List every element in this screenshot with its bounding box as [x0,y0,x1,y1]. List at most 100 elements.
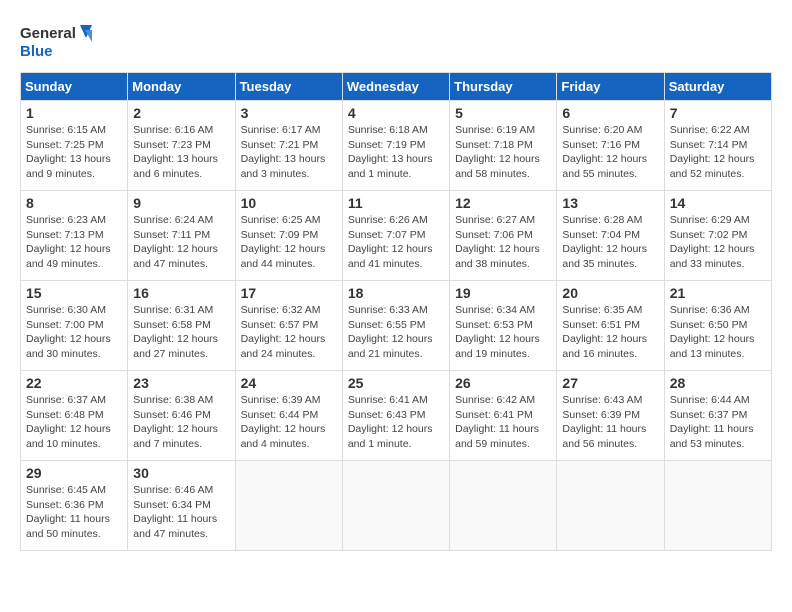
day-of-week-header: Saturday [664,73,771,101]
day-info: Sunrise: 6:22 AM Sunset: 7:14 PM Dayligh… [670,123,766,182]
calendar-cell: 30 Sunrise: 6:46 AM Sunset: 6:34 PM Dayli… [128,461,235,551]
day-number: 6 [562,105,658,121]
day-number: 26 [455,375,551,391]
calendar-week-row: 1 Sunrise: 6:15 AM Sunset: 7:25 PM Daylig… [21,101,772,191]
day-info: Sunrise: 6:46 AM Sunset: 6:34 PM Dayligh… [133,483,229,542]
calendar-cell: 24 Sunrise: 6:39 AM Sunset: 6:44 PM Dayli… [235,371,342,461]
day-number: 2 [133,105,229,121]
calendar-cell: 21Sunrise: 6:36 AM Sunset: 6:50 PM Dayli… [664,281,771,371]
calendar-cell: 25 Sunrise: 6:41 AM Sunset: 6:43 PM Dayli… [342,371,449,461]
day-info: Sunrise: 6:19 AM Sunset: 7:18 PM Dayligh… [455,123,551,182]
day-number: 15 [26,285,122,301]
calendar-cell: 15 Sunrise: 6:30 AM Sunset: 7:00 PM Dayli… [21,281,128,371]
calendar-cell [557,461,664,551]
day-number: 8 [26,195,122,211]
day-of-week-header: Tuesday [235,73,342,101]
day-number: 20 [562,285,658,301]
calendar-cell: 7 Sunrise: 6:22 AM Sunset: 7:14 PM Daylig… [664,101,771,191]
day-info: Sunrise: 6:33 AM Sunset: 6:55 PM Dayligh… [348,303,444,362]
day-info: Sunrise: 6:43 AM Sunset: 6:39 PM Dayligh… [562,393,658,452]
calendar-cell [450,461,557,551]
calendar-cell: 1 Sunrise: 6:15 AM Sunset: 7:25 PM Daylig… [21,101,128,191]
day-number: 11 [348,195,444,211]
day-number: 27 [562,375,658,391]
day-number: 28 [670,375,766,391]
calendar-cell: 20Sunrise: 6:35 AM Sunset: 6:51 PM Dayli… [557,281,664,371]
day-number: 13 [562,195,658,211]
day-number: 19 [455,285,551,301]
day-info: Sunrise: 6:38 AM Sunset: 6:46 PM Dayligh… [133,393,229,452]
calendar-cell: 13 Sunrise: 6:28 AM Sunset: 7:04 PM Dayli… [557,191,664,281]
day-info: Sunrise: 6:34 AM Sunset: 6:53 PM Dayligh… [455,303,551,362]
day-number: 4 [348,105,444,121]
logo: GeneralBlue [20,20,95,62]
calendar-cell: 22 Sunrise: 6:37 AM Sunset: 6:48 PM Dayli… [21,371,128,461]
day-info: Sunrise: 6:41 AM Sunset: 6:43 PM Dayligh… [348,393,444,452]
day-info: Sunrise: 6:15 AM Sunset: 7:25 PM Dayligh… [26,123,122,182]
day-number: 12 [455,195,551,211]
calendar-week-row: 29Sunrise: 6:45 AM Sunset: 6:36 PM Dayli… [21,461,772,551]
day-info: Sunrise: 6:29 AM Sunset: 7:02 PM Dayligh… [670,213,766,272]
day-info: Sunrise: 6:18 AM Sunset: 7:19 PM Dayligh… [348,123,444,182]
calendar-cell: 26Sunrise: 6:42 AM Sunset: 6:41 PM Dayli… [450,371,557,461]
calendar-cell: 5Sunrise: 6:19 AM Sunset: 7:18 PM Daylig… [450,101,557,191]
day-info: Sunrise: 6:20 AM Sunset: 7:16 PM Dayligh… [562,123,658,182]
day-info: Sunrise: 6:30 AM Sunset: 7:00 PM Dayligh… [26,303,122,362]
page-header: GeneralBlue [20,20,772,62]
calendar-cell: 17Sunrise: 6:32 AM Sunset: 6:57 PM Dayli… [235,281,342,371]
calendar-header-row: SundayMondayTuesdayWednesdayThursdayFrid… [21,73,772,101]
day-number: 1 [26,105,122,121]
day-info: Sunrise: 6:27 AM Sunset: 7:06 PM Dayligh… [455,213,551,272]
day-info: Sunrise: 6:44 AM Sunset: 6:37 PM Dayligh… [670,393,766,452]
day-number: 25 [348,375,444,391]
day-number: 10 [241,195,337,211]
calendar-cell: 19 Sunrise: 6:34 AM Sunset: 6:53 PM Dayli… [450,281,557,371]
day-info: Sunrise: 6:16 AM Sunset: 7:23 PM Dayligh… [133,123,229,182]
day-info: Sunrise: 6:32 AM Sunset: 6:57 PM Dayligh… [241,303,337,362]
calendar-cell: 12 Sunrise: 6:27 AM Sunset: 7:06 PM Dayli… [450,191,557,281]
day-number: 16 [133,285,229,301]
calendar-cell: 18 Sunrise: 6:33 AM Sunset: 6:55 PM Dayli… [342,281,449,371]
day-of-week-header: Thursday [450,73,557,101]
svg-text:General: General [20,25,76,42]
calendar-week-row: 8 Sunrise: 6:23 AM Sunset: 7:13 PM Daylig… [21,191,772,281]
calendar-cell: 23 Sunrise: 6:38 AM Sunset: 6:46 PM Dayli… [128,371,235,461]
day-info: Sunrise: 6:25 AM Sunset: 7:09 PM Dayligh… [241,213,337,272]
day-info: Sunrise: 6:17 AM Sunset: 7:21 PM Dayligh… [241,123,337,182]
day-number: 14 [670,195,766,211]
calendar-cell: 27 Sunrise: 6:43 AM Sunset: 6:39 PM Dayli… [557,371,664,461]
day-info: Sunrise: 6:28 AM Sunset: 7:04 PM Dayligh… [562,213,658,272]
day-of-week-header: Friday [557,73,664,101]
calendar-cell: 11 Sunrise: 6:26 AM Sunset: 7:07 PM Dayli… [342,191,449,281]
day-info: Sunrise: 6:23 AM Sunset: 7:13 PM Dayligh… [26,213,122,272]
calendar-cell: 3 Sunrise: 6:17 AM Sunset: 7:21 PM Daylig… [235,101,342,191]
calendar-cell: 29Sunrise: 6:45 AM Sunset: 6:36 PM Dayli… [21,461,128,551]
day-number: 23 [133,375,229,391]
day-number: 3 [241,105,337,121]
calendar-cell: 14 Sunrise: 6:29 AM Sunset: 7:02 PM Dayli… [664,191,771,281]
calendar-table: SundayMondayTuesdayWednesdayThursdayFrid… [20,72,772,551]
day-info: Sunrise: 6:24 AM Sunset: 7:11 PM Dayligh… [133,213,229,272]
day-number: 9 [133,195,229,211]
calendar-cell: 6 Sunrise: 6:20 AM Sunset: 7:16 PM Daylig… [557,101,664,191]
day-of-week-header: Sunday [21,73,128,101]
day-number: 18 [348,285,444,301]
calendar-cell [664,461,771,551]
day-number: 22 [26,375,122,391]
calendar-week-row: 15 Sunrise: 6:30 AM Sunset: 7:00 PM Dayli… [21,281,772,371]
calendar-cell [342,461,449,551]
calendar-cell: 9 Sunrise: 6:24 AM Sunset: 7:11 PM Daylig… [128,191,235,281]
day-info: Sunrise: 6:36 AM Sunset: 6:50 PM Dayligh… [670,303,766,362]
calendar-cell: 10 Sunrise: 6:25 AM Sunset: 7:09 PM Dayli… [235,191,342,281]
calendar-cell: 16 Sunrise: 6:31 AM Sunset: 6:58 PM Dayli… [128,281,235,371]
day-number: 7 [670,105,766,121]
day-info: Sunrise: 6:31 AM Sunset: 6:58 PM Dayligh… [133,303,229,362]
day-info: Sunrise: 6:39 AM Sunset: 6:44 PM Dayligh… [241,393,337,452]
day-info: Sunrise: 6:26 AM Sunset: 7:07 PM Dayligh… [348,213,444,272]
logo-svg: GeneralBlue [20,20,95,62]
day-number: 30 [133,465,229,481]
calendar-cell [235,461,342,551]
day-number: 24 [241,375,337,391]
day-info: Sunrise: 6:37 AM Sunset: 6:48 PM Dayligh… [26,393,122,452]
calendar-cell: 4 Sunrise: 6:18 AM Sunset: 7:19 PM Daylig… [342,101,449,191]
